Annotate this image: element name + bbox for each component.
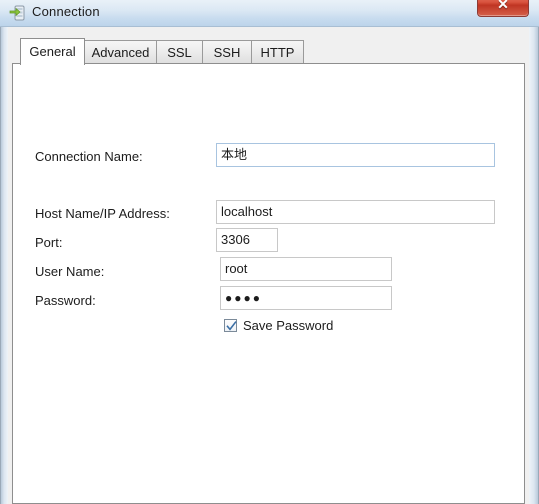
window-title: Connection [32,4,100,19]
connection-name-label: Connection Name: [35,149,143,164]
close-button[interactable]: ✕ [477,0,529,17]
tab-label: SSL [167,45,192,60]
general-tab-panel: Connection Name: 本地 Host Name/IP Address: l… [12,63,525,504]
tab-label: HTTP [260,45,295,60]
checkmark-icon [226,321,237,331]
tab-advanced[interactable]: Advanced [84,40,157,64]
tab-label: SSH [213,45,241,60]
password-value: ●●●● [225,291,262,305]
connection-dialog-window: Connection ✕ General Advanced SSL SSH HTTP C… [0,0,539,504]
port-label: Port: [35,235,63,250]
save-password-label: Save Password [243,318,334,333]
tab-general[interactable]: General [20,38,85,65]
user-name-label: User Name: [35,264,105,279]
tab-label: General [29,44,76,59]
save-password-checkbox[interactable] [224,319,237,332]
password-label: Password: [35,293,96,308]
dialog-client-area: General Advanced SSL SSH HTTP Connection Nam… [8,28,529,504]
tab-ssh[interactable]: SSH [202,40,252,64]
close-icon: ✕ [497,0,509,12]
port-input[interactable]: 3306 [216,228,278,252]
tab-label: Advanced [91,45,150,60]
window-border-right [529,0,539,504]
user-name-input[interactable]: root [220,257,392,281]
tab-ssl[interactable]: SSL [156,40,203,64]
port-value: 3306 [221,232,250,247]
host-name-ip-address-value: localhost [221,204,273,219]
connection-name-input[interactable]: 本地 [216,143,495,167]
window-border-left [0,0,8,504]
password-input[interactable]: ●●●● [220,286,392,310]
title-bar[interactable]: Connection ✕ [0,0,539,27]
host-name-ip-address-input[interactable]: localhost [216,200,495,224]
tab-http[interactable]: HTTP [251,40,304,64]
user-name-value: root [225,261,248,276]
connection-name-value: 本地 [221,147,248,162]
host-name-ip-address-label: Host Name/IP Address: [35,206,170,221]
connection-icon [9,4,27,22]
tab-strip: General Advanced SSL SSH HTTP [12,38,525,65]
